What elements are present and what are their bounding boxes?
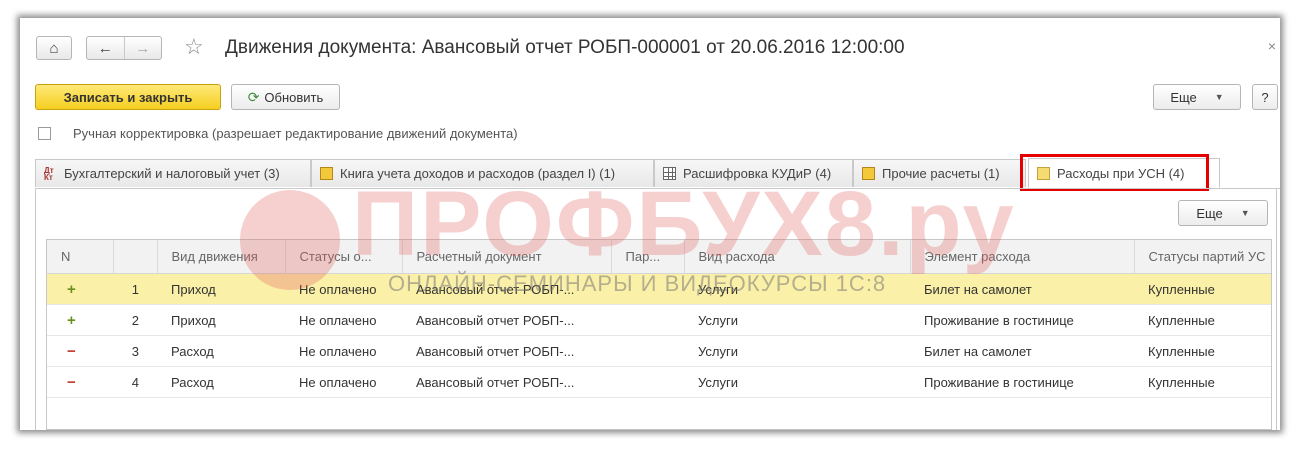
more-label: Еще (1196, 205, 1223, 221)
column-header[interactable]: Пар... (611, 240, 685, 274)
column-header[interactable]: Вид расхода (684, 240, 911, 274)
cell-expense-element: Билет на самолет (910, 335, 1134, 367)
save-and-close-button[interactable]: Записать и закрыть (35, 84, 221, 110)
cell-status: Не оплачено (285, 366, 402, 398)
cell-document: Авансовый отчет РОБП-... (402, 273, 611, 305)
tab-panel-border (35, 188, 1280, 189)
more-label: Еще (1170, 89, 1197, 105)
cell-movement: Приход (157, 273, 285, 305)
tab-label: Книга учета доходов и расходов (раздел I… (340, 166, 616, 181)
cell-expense-element: Проживание в гостинице (910, 366, 1134, 398)
home-icon: ⌂ (49, 39, 59, 57)
cell-expense-kind: Услуги (684, 273, 910, 305)
movements-table: N Вид движения Статусы о... Расчетный до… (46, 239, 1272, 430)
cell-batch-status: Купленные (1134, 304, 1271, 336)
refresh-icon: ⟳ (247, 88, 260, 105)
tab-panel-border (1276, 188, 1277, 430)
cell-n: 3 (113, 335, 157, 367)
dropdown-arrow-icon: ▼ (1240, 208, 1250, 218)
cell-n: 4 (113, 366, 157, 398)
cell-document: Авансовый отчет РОБП-... (402, 366, 611, 398)
cell-batch-status: Купленные (1134, 273, 1271, 305)
cell-n: 1 (113, 273, 157, 305)
help-button[interactable]: ? (1252, 84, 1278, 110)
favorite-star-icon[interactable]: ☆ (184, 34, 204, 60)
column-header[interactable]: Статусы партий УС (1134, 240, 1271, 274)
forward-arrow-icon[interactable]: → (125, 40, 162, 57)
manual-edit-label: Ручная корректировка (разрешает редактир… (73, 126, 518, 141)
refresh-label: Обновить (264, 89, 324, 105)
home-button[interactable]: ⌂ (36, 36, 72, 60)
column-header[interactable]: Статусы о... (285, 240, 403, 274)
cell-part (611, 335, 684, 367)
dropdown-arrow-icon: ▼ (1214, 92, 1224, 102)
table-row[interactable]: + 1 Приход Не оплачено Авансовый отчет Р… (47, 273, 1271, 305)
register-book-icon (320, 167, 333, 180)
tab-other-settlements[interactable]: Прочие расчеты (1) (853, 159, 1026, 187)
column-header[interactable]: Элемент расхода (910, 240, 1135, 274)
manual-edit-checkbox[interactable] (38, 127, 51, 140)
table-row[interactable]: − 3 Расход Не оплачено Авансовый отчет Р… (47, 335, 1271, 367)
column-header[interactable] (113, 240, 158, 274)
cell-batch-status: Купленные (1134, 366, 1271, 398)
cell-batch-status: Купленные (1134, 335, 1271, 367)
back-arrow-icon[interactable]: ← (87, 40, 124, 57)
close-icon[interactable]: × (1268, 38, 1276, 54)
refresh-button[interactable]: ⟳ Обновить (231, 84, 340, 110)
cell-document: Авансовый отчет РОБП-... (402, 304, 611, 336)
tab-more-menu-button[interactable]: Еще ▼ (1178, 200, 1268, 226)
column-header[interactable]: Вид движения (157, 240, 286, 274)
cell-n: 2 (113, 304, 157, 336)
cell-status: Не оплачено (285, 304, 402, 336)
dt-kt-icon: Дт Кт (44, 166, 54, 182)
table-header: N Вид движения Статусы о... Расчетный до… (47, 240, 1271, 274)
cell-movement: Расход (157, 335, 285, 367)
expense-sign-icon: − (47, 335, 113, 367)
tab-accounting[interactable]: Дт Кт Бухгалтерский и налоговый учет (3) (35, 159, 311, 187)
tab-label: Расшифровка КУДиР (4) (683, 166, 832, 181)
income-sign-icon: + (47, 304, 113, 336)
expense-sign-icon: − (47, 366, 113, 398)
tab-label: Бухгалтерский и налоговый учет (3) (64, 166, 280, 181)
cell-status: Не оплачено (285, 273, 402, 305)
column-header[interactable]: N (47, 240, 114, 274)
more-menu-button[interactable]: Еще ▼ (1153, 84, 1241, 110)
window-title: Движения документа: Авансовый отчет РОБП… (225, 37, 905, 58)
cell-expense-kind: Услуги (684, 366, 910, 398)
table-grid-icon (663, 167, 676, 180)
cell-expense-element: Билет на самолет (910, 273, 1134, 305)
tab-label: Прочие расчеты (1) (882, 166, 1000, 181)
tab-panel-border (35, 188, 36, 430)
table-row[interactable]: + 2 Приход Не оплачено Авансовый отчет Р… (47, 304, 1271, 336)
cell-expense-kind: Услуги (684, 304, 910, 336)
cell-movement: Расход (157, 366, 285, 398)
register-book-icon (862, 167, 875, 180)
cell-expense-kind: Услуги (684, 335, 910, 367)
cell-document: Авансовый отчет РОБП-... (402, 335, 611, 367)
cell-part (611, 304, 684, 336)
highlight-frame (1020, 154, 1209, 191)
tab-kudir-breakdown[interactable]: Расшифровка КУДиР (4) (654, 159, 853, 187)
cell-movement: Приход (157, 304, 285, 336)
history-navigation: ← → (86, 36, 162, 60)
table-row[interactable]: − 4 Расход Не оплачено Авансовый отчет Р… (47, 366, 1271, 398)
cell-part (611, 273, 684, 305)
cell-part (611, 366, 684, 398)
cell-status: Не оплачено (285, 335, 402, 367)
cell-expense-element: Проживание в гостинице (910, 304, 1134, 336)
income-sign-icon: + (47, 273, 113, 305)
document-movements-window: ⌂ ← → ☆ Движения документа: Авансовый от… (20, 18, 1280, 430)
column-header[interactable]: Расчетный документ (402, 240, 612, 274)
tab-income-expense-book[interactable]: Книга учета доходов и расходов (раздел I… (311, 159, 654, 187)
